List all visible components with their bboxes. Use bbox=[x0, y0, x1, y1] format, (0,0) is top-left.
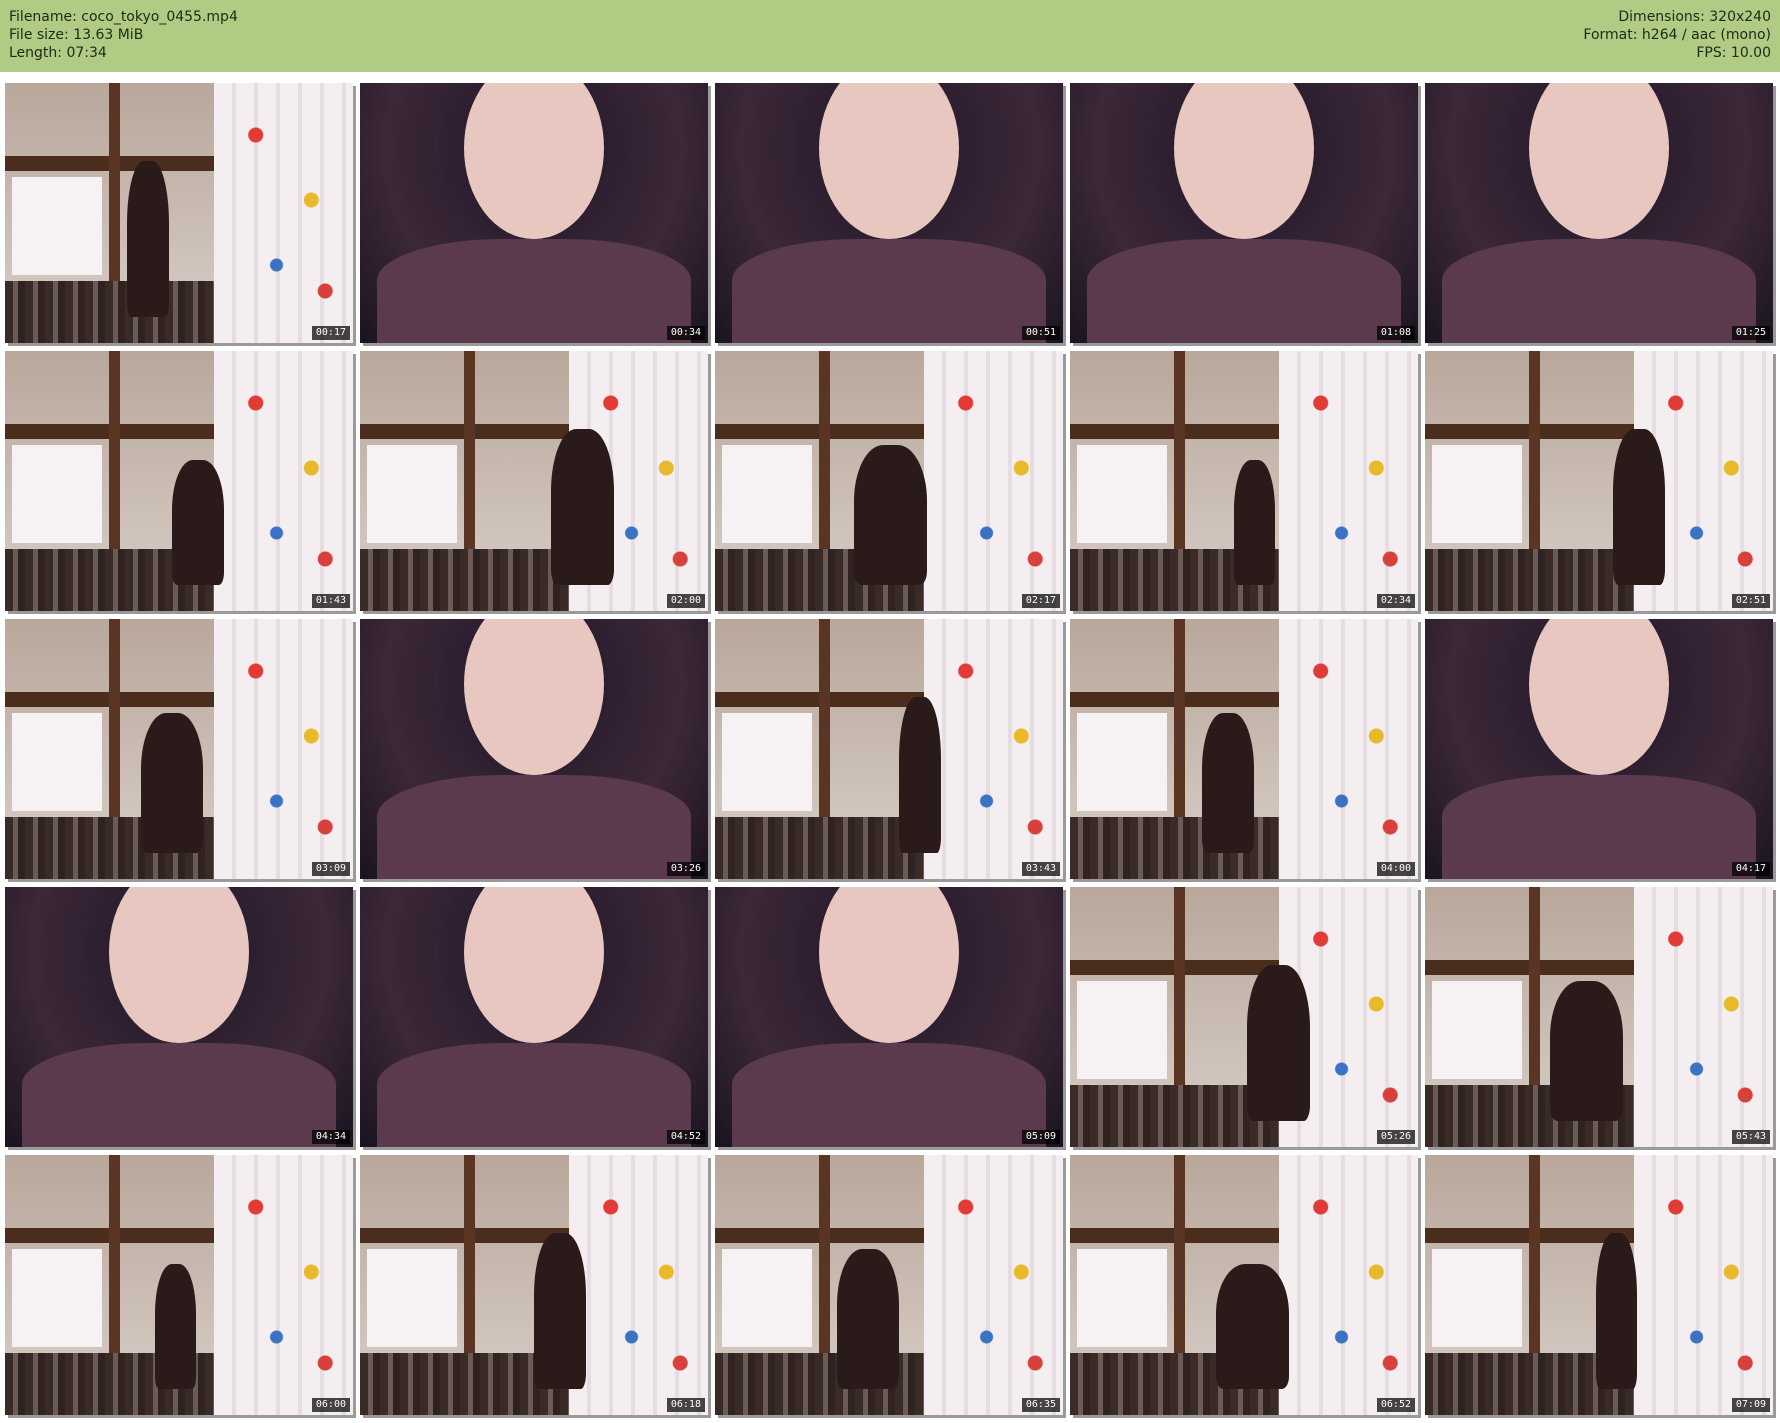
frame-image bbox=[1070, 83, 1418, 343]
frame-image bbox=[5, 887, 353, 1147]
frame-image bbox=[5, 619, 353, 879]
frame-image bbox=[715, 83, 1063, 343]
timestamp-label: 02:17 bbox=[1021, 594, 1060, 608]
thumbnail-grid: 00:17 00:34 00:51 01:08 01:25 01:43 02:00 02:17… bbox=[5, 83, 1775, 1418]
thumbnail-frame: 03:43 bbox=[715, 619, 1063, 879]
thumbnail-frame: 02:34 bbox=[1070, 351, 1418, 611]
frame-image bbox=[5, 83, 353, 343]
thumbnail-frame: 05:43 bbox=[1425, 887, 1773, 1147]
timestamp-label: 01:08 bbox=[1376, 326, 1415, 340]
frame-image bbox=[5, 1155, 353, 1415]
frame-image bbox=[715, 619, 1063, 879]
thumbnail-frame: 04:52 bbox=[360, 887, 708, 1147]
timestamp-label: 00:34 bbox=[666, 326, 705, 340]
timestamp-label: 01:25 bbox=[1731, 326, 1770, 340]
frame-image bbox=[1425, 83, 1773, 343]
timestamp-label: 06:35 bbox=[1021, 1398, 1060, 1412]
thumbnail-frame: 00:51 bbox=[715, 83, 1063, 343]
timestamp-label: 01:43 bbox=[311, 594, 350, 608]
frame-image bbox=[1070, 887, 1418, 1147]
file-info: Filename: coco_tokyo_0455.mp4 File size:… bbox=[9, 8, 238, 62]
thumbnail-frame: 00:34 bbox=[360, 83, 708, 343]
thumbnail-frame: 01:08 bbox=[1070, 83, 1418, 343]
timestamp-label: 05:09 bbox=[1021, 1130, 1060, 1144]
timestamp-label: 06:52 bbox=[1376, 1398, 1415, 1412]
length-text: Length: 07:34 bbox=[9, 45, 107, 61]
timestamp-label: 06:18 bbox=[666, 1398, 705, 1412]
thumbnail-frame: 01:25 bbox=[1425, 83, 1773, 343]
thumbnail-frame: 04:00 bbox=[1070, 619, 1418, 879]
frame-image bbox=[1425, 1155, 1773, 1415]
frame-image bbox=[360, 351, 708, 611]
thumbnail-frame: 02:00 bbox=[360, 351, 708, 611]
frame-image bbox=[360, 887, 708, 1147]
timestamp-label: 02:34 bbox=[1376, 594, 1415, 608]
thumbnail-frame: 04:17 bbox=[1425, 619, 1773, 879]
timestamp-label: 00:51 bbox=[1021, 326, 1060, 340]
frame-image bbox=[1425, 619, 1773, 879]
frame-image bbox=[360, 83, 708, 343]
frame-image bbox=[715, 1155, 1063, 1415]
filesize-text: File size: 13.63 MiB bbox=[9, 27, 144, 43]
timestamp-label: 04:52 bbox=[666, 1130, 705, 1144]
info-header: Filename: coco_tokyo_0455.mp4 File size:… bbox=[0, 0, 1780, 72]
frame-image bbox=[1070, 1155, 1418, 1415]
timestamp-label: 07:09 bbox=[1731, 1398, 1770, 1412]
timestamp-label: 04:34 bbox=[311, 1130, 350, 1144]
timestamp-label: 03:43 bbox=[1021, 862, 1060, 876]
thumbnail-frame: 06:35 bbox=[715, 1155, 1063, 1415]
timestamp-label: 05:26 bbox=[1376, 1130, 1415, 1144]
thumbnail-frame: 07:09 bbox=[1425, 1155, 1773, 1415]
frame-image bbox=[715, 351, 1063, 611]
thumbnail-frame: 06:00 bbox=[5, 1155, 353, 1415]
frame-image bbox=[715, 887, 1063, 1147]
timestamp-label: 02:51 bbox=[1731, 594, 1770, 608]
thumbnail-frame: 05:26 bbox=[1070, 887, 1418, 1147]
thumbnail-frame: 03:26 bbox=[360, 619, 708, 879]
timestamp-label: 05:43 bbox=[1731, 1130, 1770, 1144]
thumbnail-frame: 02:51 bbox=[1425, 351, 1773, 611]
timestamp-label: 00:17 bbox=[311, 326, 350, 340]
frame-image bbox=[1070, 619, 1418, 879]
thumbnail-frame: 00:17 bbox=[5, 83, 353, 343]
stream-info: Dimensions: 320x240 Format: h264 / aac (… bbox=[1583, 8, 1771, 62]
frame-image bbox=[360, 1155, 708, 1415]
timestamp-label: 06:00 bbox=[311, 1398, 350, 1412]
thumbnail-frame: 05:09 bbox=[715, 887, 1063, 1147]
timestamp-label: 03:09 bbox=[311, 862, 350, 876]
thumbnail-frame: 06:52 bbox=[1070, 1155, 1418, 1415]
frame-image bbox=[5, 351, 353, 611]
format-text: Format: h264 / aac (mono) bbox=[1583, 27, 1771, 43]
timestamp-label: 02:00 bbox=[666, 594, 705, 608]
timestamp-label: 04:17 bbox=[1731, 862, 1770, 876]
thumbnail-frame: 04:34 bbox=[5, 887, 353, 1147]
thumbnail-frame: 02:17 bbox=[715, 351, 1063, 611]
filename-text: Filename: coco_tokyo_0455.mp4 bbox=[9, 9, 238, 25]
thumbnail-frame: 06:18 bbox=[360, 1155, 708, 1415]
dimensions-text: Dimensions: 320x240 bbox=[1618, 9, 1771, 25]
frame-image bbox=[1425, 351, 1773, 611]
timestamp-label: 03:26 bbox=[666, 862, 705, 876]
thumbnail-frame: 03:09 bbox=[5, 619, 353, 879]
frame-image bbox=[1425, 887, 1773, 1147]
frame-image bbox=[1070, 351, 1418, 611]
timestamp-label: 04:00 bbox=[1376, 862, 1415, 876]
frame-image bbox=[360, 619, 708, 879]
fps-text: FPS: 10.00 bbox=[1696, 45, 1771, 61]
thumbnail-frame: 01:43 bbox=[5, 351, 353, 611]
